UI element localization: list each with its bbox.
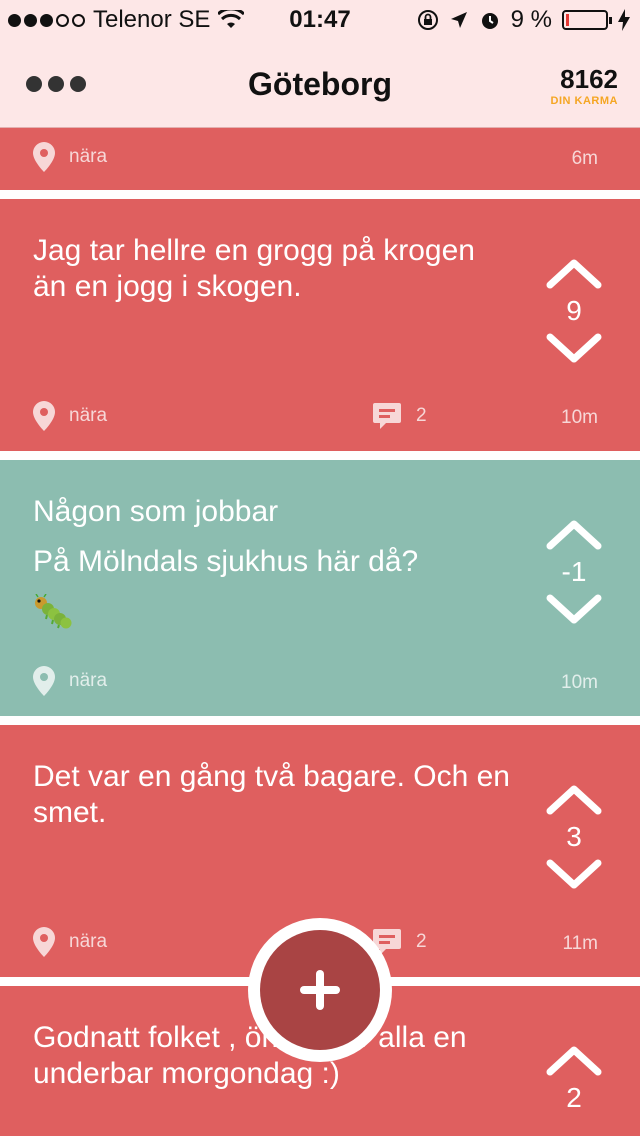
location-pin-icon (33, 142, 55, 172)
karma-value: 8162 (560, 64, 618, 94)
vote-control: 2 (544, 1044, 604, 1120)
post-text: Någon som jobbar På Mölndals sjukhus här… (33, 494, 513, 639)
chevron-down-icon[interactable] (546, 594, 602, 626)
chevron-down-icon[interactable] (546, 333, 602, 365)
location-arrow-icon (450, 12, 467, 28)
karma-counter[interactable]: 8162 DIN KARMA (551, 64, 618, 107)
post-time: 11m (562, 933, 598, 954)
chevron-up-icon[interactable] (546, 518, 602, 550)
location-label: nära (69, 931, 108, 952)
post-text-line: Jag tar hellre en grogg på krogen än en … (33, 234, 475, 303)
location-label: nära (69, 405, 108, 426)
alarm-icon (481, 13, 498, 29)
battery-percent: 9 % (510, 6, 552, 33)
page-title: Göteborg (248, 66, 392, 102)
location-pin-icon (33, 401, 55, 431)
post-text-line: Det var en gång två bagare. Och en smet. (33, 760, 510, 829)
comment-bubble-icon (373, 403, 401, 429)
post-text-line: På Mölndals sjukhus här då? (33, 545, 419, 578)
location-label: nära (69, 146, 108, 167)
rotation-lock-icon (417, 10, 438, 30)
post-card[interactable]: Jag tar hellre en grogg på krogen än en … (0, 199, 640, 451)
karma-label: DIN KARMA (550, 95, 618, 107)
post-card[interactable]: Någon som jobbar På Mölndals sjukhus här… (0, 460, 640, 716)
compose-button[interactable] (248, 918, 392, 1062)
post-location: nära (33, 142, 107, 172)
chevron-down-icon[interactable] (546, 859, 602, 891)
post-text: Jag tar hellre en grogg på krogen än en … (33, 233, 513, 319)
post-location: nära (33, 927, 107, 957)
charging-bolt-icon (618, 9, 630, 31)
nav-bar: Göteborg 8162 DIN KARMA (0, 40, 640, 128)
post-text: Det var en gång två bagare. Och en smet. (33, 759, 513, 845)
comment-count[interactable]: 2 (372, 401, 427, 431)
vote-control: 3 (544, 783, 604, 891)
post-card[interactable]: nära 6m (0, 128, 640, 190)
vote-count: 3 (566, 821, 582, 852)
chevron-up-icon[interactable] (546, 1044, 602, 1076)
plus-icon (260, 930, 380, 1050)
comment-count-value: 2 (416, 931, 427, 952)
post-time: 10m (561, 407, 598, 428)
vote-count: -1 (561, 556, 587, 587)
vote-control: -1 (544, 518, 604, 626)
status-bar: Telenor SE 01:47 9 % (0, 0, 640, 40)
location-label: nära (69, 670, 108, 691)
post-text-line: Någon som jobbar (33, 495, 279, 528)
location-pin-icon (33, 666, 55, 696)
vote-count: 9 (566, 295, 582, 326)
chevron-up-icon[interactable] (546, 257, 602, 289)
vote-control: 9 (544, 257, 604, 365)
post-location: nära (33, 666, 107, 696)
caterpillar-emoji-icon (33, 593, 513, 639)
post-time: 10m (561, 672, 598, 693)
post-location: nära (33, 401, 107, 431)
post-time: 6m (571, 148, 598, 169)
battery-icon (562, 10, 612, 30)
vote-count: 2 (566, 1082, 582, 1113)
status-icons: 9 % (417, 6, 630, 34)
location-pin-icon (33, 927, 55, 957)
chevron-up-icon[interactable] (546, 783, 602, 815)
comment-count-value: 2 (416, 405, 427, 426)
